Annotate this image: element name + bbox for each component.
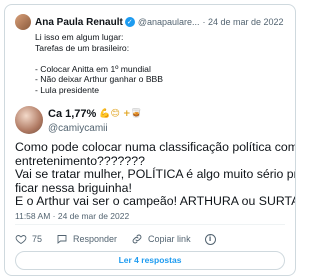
quoted-tweet-header[interactable]: Ana Paula Renault ✓ @anapaulare... · 24 … (15, 13, 289, 31)
copy-link-button[interactable]: Copiar link (131, 233, 191, 245)
tweet-card: Ana Paula Renault ✓ @anapaulare... · 24 … (4, 4, 296, 276)
quoted-line: - Não deixar Arthur ganhar o BBB (35, 74, 164, 85)
quoted-author-handle[interactable]: @anapaulare... (138, 17, 200, 27)
author-name-row[interactable]: Ca 1,77% 💪😊 +🥃 (48, 108, 142, 120)
heart-icon (15, 235, 27, 245)
author-avatar[interactable] (15, 106, 43, 134)
quoted-line: - Colocar Anitta em 1º mundial (35, 63, 151, 74)
quoted-date[interactable]: · 24 de mar de 2022 (203, 17, 284, 27)
action-bar: 75 Responder Copiar link i (15, 232, 230, 246)
copy-link-label: Copiar link (148, 234, 191, 244)
reply-button[interactable]: Responder (56, 233, 117, 245)
quoted-avatar[interactable] (15, 14, 31, 30)
quoted-tweet-text: Li isso em algum lugar: Tarefas de um br… (35, 32, 287, 96)
reply-label: Responder (73, 234, 118, 244)
author-handle[interactable]: @camiycamii (48, 123, 108, 134)
author-name[interactable]: Ca 1,77% (48, 108, 96, 120)
speech-bubble-icon (57, 235, 67, 244)
read-replies-button[interactable]: Ler 4 respostas (15, 251, 285, 270)
quoted-line: - Lula presidente (35, 84, 100, 95)
tweet-timestamp[interactable]: 11:58 AM · 24 de mar de 2022 (15, 211, 129, 221)
divider (15, 224, 285, 225)
tweet-line: Vai se tratar mulher, POLÍTICA é algo mu… (15, 167, 296, 182)
link-icon (132, 234, 142, 244)
like-button[interactable]: 75 (15, 233, 42, 245)
quoted-line (35, 53, 287, 64)
quoted-line: Li isso em algum lugar: (35, 32, 124, 42)
tweet-author: Ca 1,77% 💪😊 +🥃 @camiycamii (15, 106, 287, 138)
quoted-line: Tarefas de um brasileiro: (35, 42, 130, 53)
tweet-line: ficar nessa briguinha! (15, 180, 132, 195)
info-icon[interactable]: i (204, 233, 216, 245)
like-count: 75 (32, 234, 43, 244)
tweet-line: Como pode colocar numa classificação pol… (15, 140, 296, 154)
quoted-author-name[interactable]: Ana Paula Renault (35, 17, 123, 28)
verified-icon: ✓ (124, 17, 135, 27)
tweet-line: E o Arthur vai ser o campeão! ARTHURA ou… (15, 194, 296, 209)
tweet-text: Como pode colocar numa classificação pol… (15, 140, 296, 209)
author-name-emoji: 💪😊 +🥃 (99, 109, 142, 119)
